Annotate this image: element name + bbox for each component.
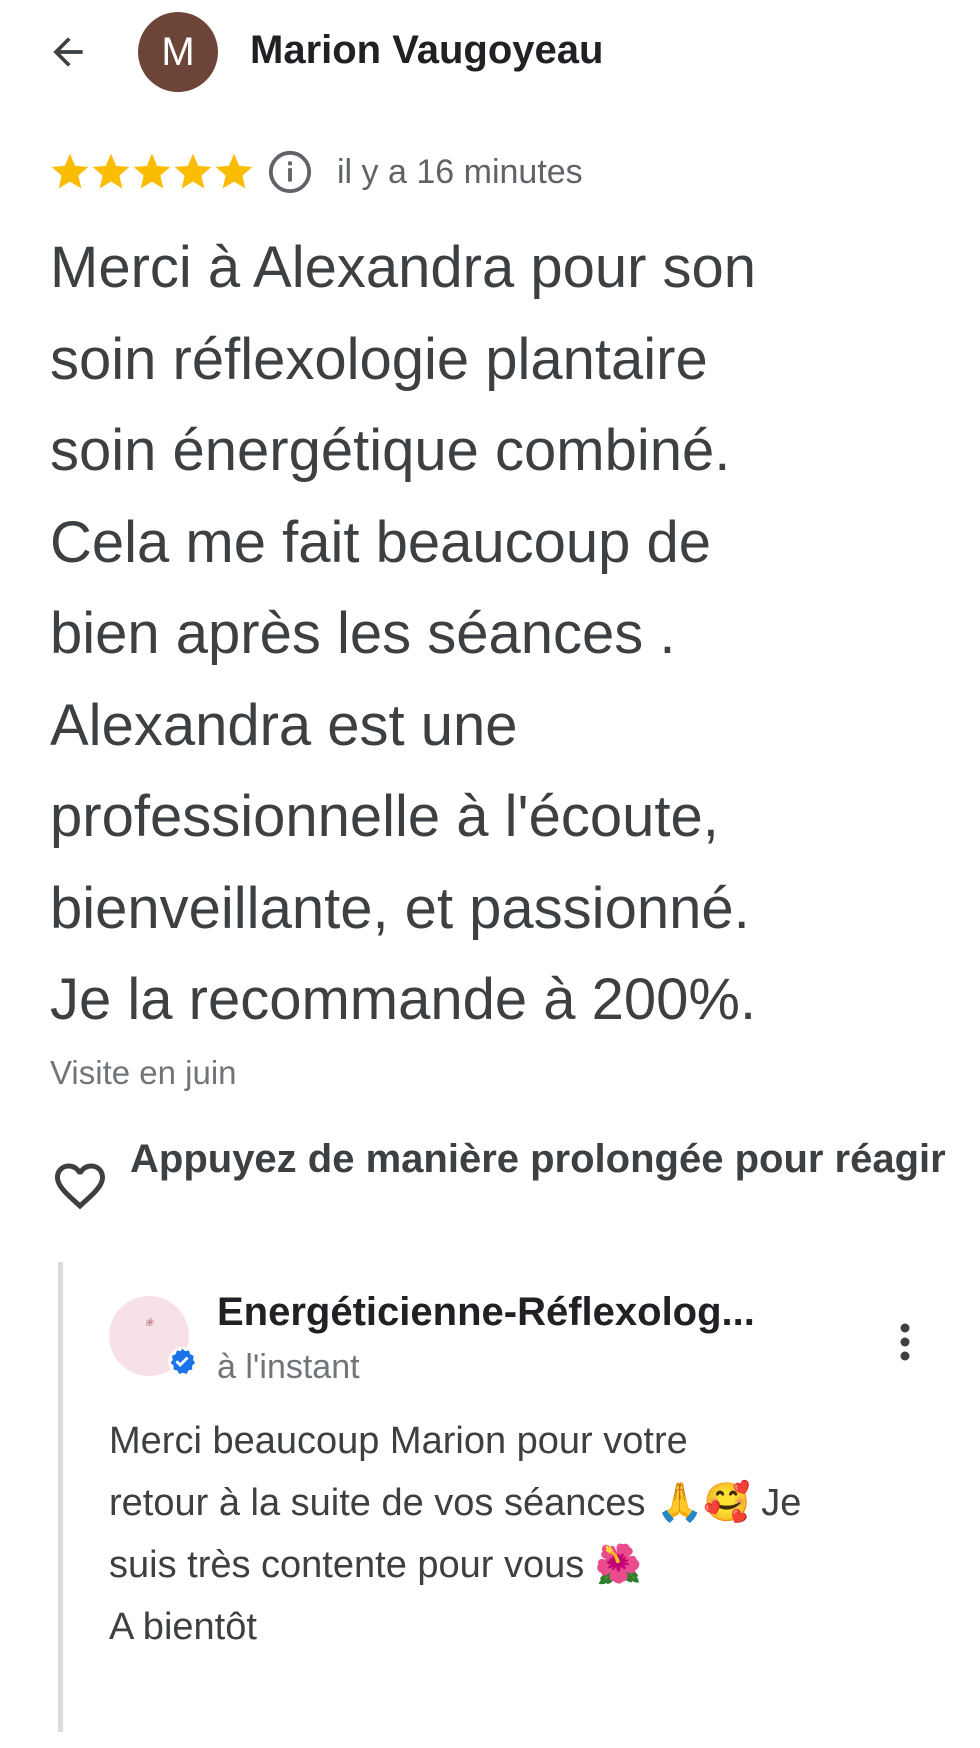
reply-text-line: A bientôt xyxy=(109,1606,257,1648)
review-text-line: soin réflexologie plantaire xyxy=(50,326,708,392)
owner-reply: ❀ Energéticienne-Réflexolog... à l'insta… xyxy=(58,1262,963,1732)
star-icon xyxy=(51,153,89,189)
reply-text-line: suis très contente pour vous 🌺 xyxy=(109,1544,643,1586)
review-text-line: Cela me fait beaucoup de xyxy=(50,509,711,575)
review-text-line: Merci à Alexandra pour son xyxy=(50,235,757,300)
review-text-line: bienveillante, et passionné. xyxy=(50,875,750,941)
star-icon xyxy=(215,153,253,189)
visit-date: Visite en juin xyxy=(50,1054,237,1091)
arrow-left-icon xyxy=(53,37,83,67)
reply-text-line: Merci beaucoup Marion pour votre xyxy=(109,1420,688,1462)
review-text: Merci à Alexandra pour son soin réflexolo… xyxy=(50,222,950,1046)
rating-row: il y a 16 minutes xyxy=(48,148,583,196)
owner-logo-image: ❀ xyxy=(144,1316,154,1329)
review-text-line: Je la recommande à 200%. xyxy=(50,967,757,1032)
review-text-line: bien après les séances . xyxy=(50,601,676,666)
review-header: M Marion Vaugoyeau xyxy=(0,0,980,104)
owner-name[interactable]: Energéticienne-Réflexolog... xyxy=(217,1286,837,1338)
more-options-button[interactable] xyxy=(883,1312,927,1372)
review-text-line: soin énergétique combiné. xyxy=(50,418,731,483)
info-icon[interactable] xyxy=(267,149,313,195)
reaction-hint: Appuyez de manière prolongée pour réagir xyxy=(130,1137,946,1181)
star-rating xyxy=(48,150,253,194)
heart-outline-icon[interactable] xyxy=(50,1156,110,1216)
avatar-initial: M xyxy=(161,29,195,74)
reviewer-name[interactable]: Marion Vaugoyeau xyxy=(250,24,603,76)
review-text-line: professionnelle à l'écoute, xyxy=(50,784,719,849)
reviewer-avatar[interactable]: M xyxy=(138,12,218,92)
star-icon xyxy=(92,153,130,189)
star-icon xyxy=(174,153,212,189)
review-time: il y a 16 minutes xyxy=(337,152,583,191)
star-icon xyxy=(133,153,171,189)
back-button[interactable] xyxy=(36,20,100,84)
more-vert-icon xyxy=(900,1323,910,1361)
review-text-line: Alexandra est une xyxy=(50,692,518,758)
verified-badge-icon xyxy=(168,1347,196,1375)
reply-text-line: retour à la suite de vos séances 🙏🥰 Je xyxy=(109,1482,802,1524)
reaction-row[interactable]: Appuyez de manière prolongée pour réagir xyxy=(50,1132,950,1252)
reply-text: Merci beaucoup Marion pour votre retour à… xyxy=(109,1410,929,1658)
owner-reply-time: à l'instant xyxy=(217,1348,360,1386)
